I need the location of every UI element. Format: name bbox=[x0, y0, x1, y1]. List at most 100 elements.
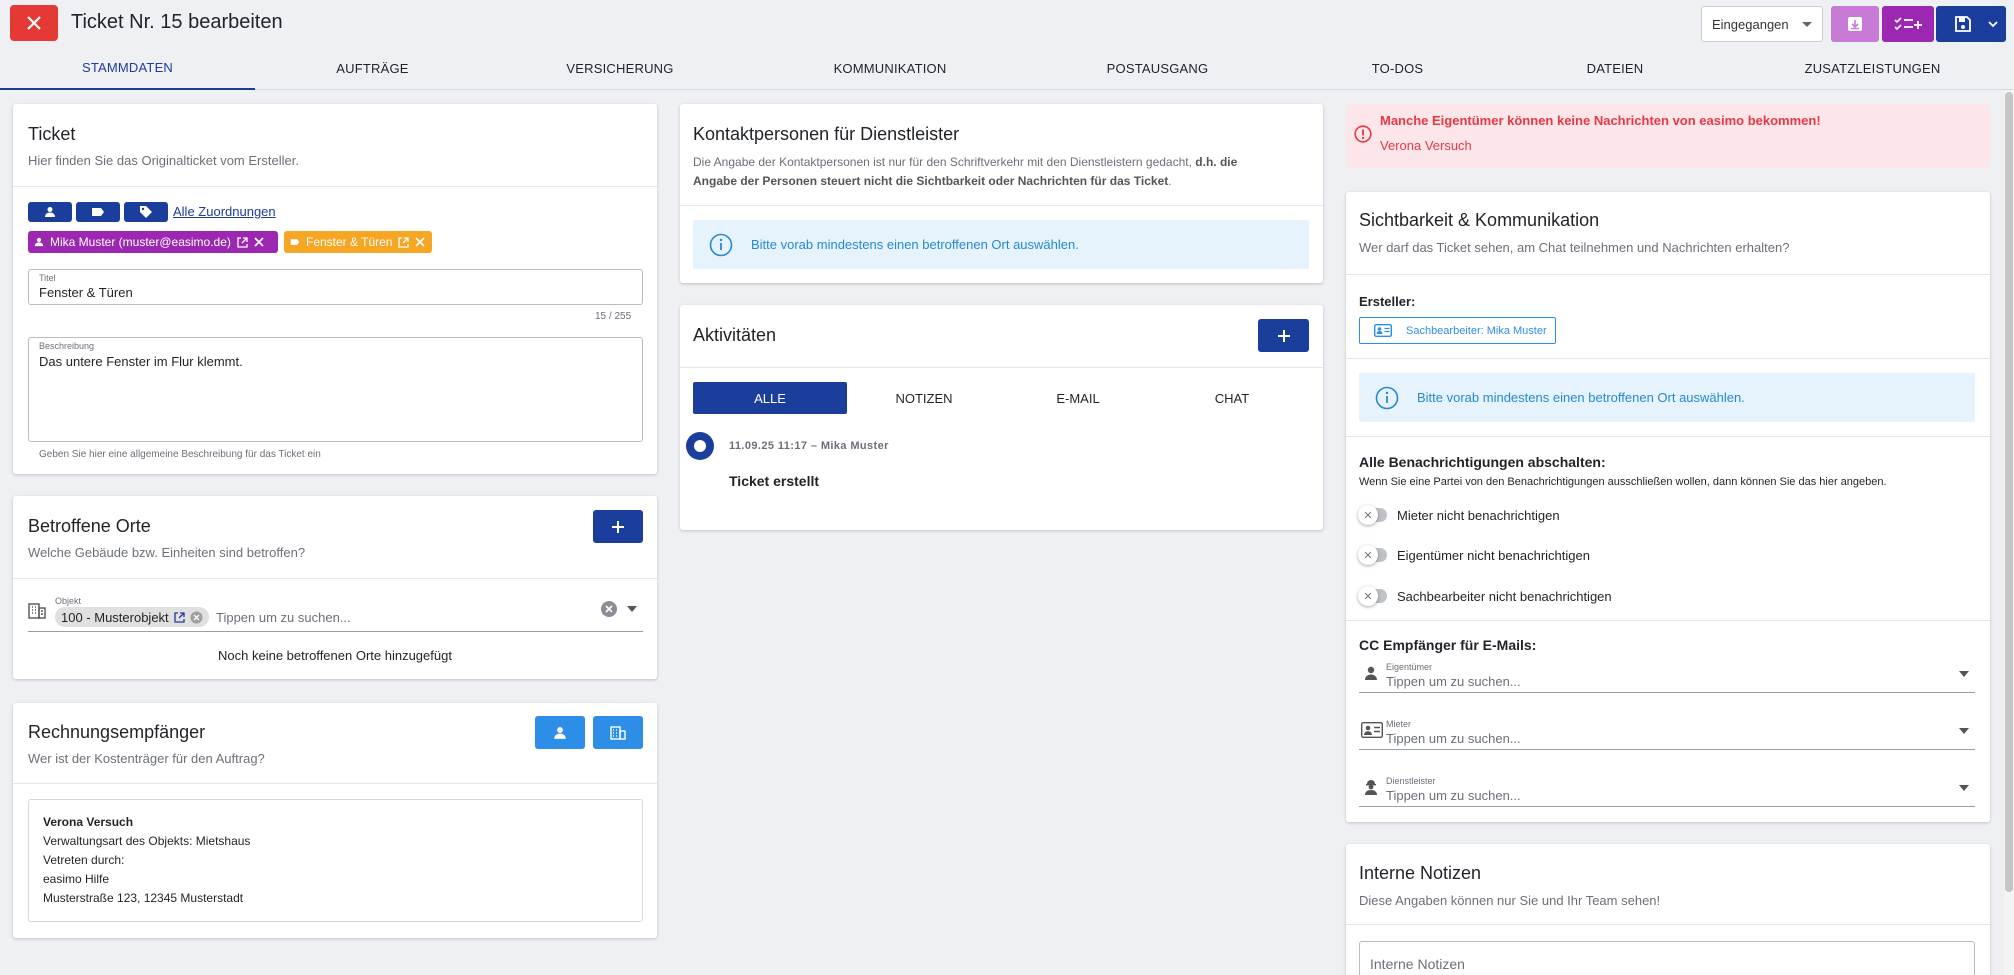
cc-field-placeholder: Tippen um zu suchen... bbox=[1386, 731, 1521, 746]
toggle-switch[interactable]: ✕ bbox=[1358, 586, 1387, 606]
invoice-person-button[interactable] bbox=[535, 716, 585, 749]
worker-icon bbox=[1365, 780, 1377, 795]
chevron-down-icon[interactable] bbox=[1959, 728, 1969, 734]
divider bbox=[1346, 924, 1990, 925]
tab-postausgang[interactable]: POSTAUSGANG bbox=[1030, 46, 1285, 90]
divider bbox=[1346, 358, 1990, 359]
cc-field-placeholder: Tippen um zu suchen... bbox=[1386, 674, 1521, 689]
divider bbox=[1346, 274, 1990, 275]
divider bbox=[13, 783, 657, 784]
scrollbar-thumb[interactable] bbox=[2005, 92, 2013, 892]
description-field[interactable] bbox=[28, 337, 643, 442]
cc-tenant-field[interactable]: Mieter Tippen um zu suchen... bbox=[1359, 702, 1975, 750]
open-external-icon[interactable] bbox=[174, 611, 185, 623]
object-search-input[interactable]: Tippen um zu suchen... bbox=[216, 610, 351, 625]
contact-card-icon bbox=[1374, 324, 1392, 337]
internal-notes-label: Interne Notizen bbox=[1370, 956, 1465, 972]
person-chip[interactable]: Mika Muster (muster@easimo.de) bbox=[28, 231, 278, 253]
info-icon bbox=[709, 233, 733, 256]
tag-icon bbox=[140, 206, 152, 218]
activity-filter-email[interactable]: E-MAIL bbox=[1001, 382, 1155, 414]
tab-todos[interactable]: TO-DOS bbox=[1285, 46, 1510, 90]
category-chip[interactable]: Fenster & Türen bbox=[284, 231, 432, 253]
checklist-add-icon bbox=[1894, 17, 1922, 31]
download-icon bbox=[1848, 17, 1862, 31]
clear-circle-icon[interactable] bbox=[600, 600, 618, 618]
open-external-icon[interactable] bbox=[398, 236, 410, 248]
activities-card-title: Aktivitäten bbox=[693, 325, 777, 345]
status-value: Eingegangen bbox=[1712, 16, 1789, 32]
tab-stammdaten[interactable]: STAMMDATEN bbox=[0, 46, 255, 90]
tab-versicherung[interactable]: VERSICHERUNG bbox=[490, 46, 750, 90]
assign-tags-button[interactable] bbox=[124, 202, 168, 222]
save-button[interactable] bbox=[1936, 6, 2006, 42]
tab-kommunikation[interactable]: KOMMUNIKATION bbox=[750, 46, 1030, 90]
toggle-label: Eigentümer nicht benachrichtigen bbox=[1397, 547, 1590, 563]
assign-label-button[interactable] bbox=[76, 202, 120, 222]
close-icon[interactable] bbox=[254, 237, 264, 247]
activity-meta: 11.09.25 11:17 – Mika Muster bbox=[729, 440, 889, 452]
add-todo-button[interactable] bbox=[1882, 6, 1934, 42]
creator-chip-label: Sachbearbeiter: Mika Muster bbox=[1406, 324, 1547, 337]
chevron-down-icon[interactable] bbox=[1988, 20, 1998, 28]
toggle-clerks[interactable]: ✕ Sachbearbeiter nicht benachrichtigen bbox=[1358, 586, 1612, 606]
plus-icon bbox=[1277, 329, 1290, 342]
open-external-icon[interactable] bbox=[237, 236, 248, 248]
description-field-label: Beschreibung bbox=[39, 341, 95, 351]
add-location-button[interactable] bbox=[593, 510, 643, 543]
download-button[interactable] bbox=[1831, 6, 1879, 42]
toggle-switch[interactable]: ✕ bbox=[1358, 505, 1387, 525]
divider bbox=[13, 578, 657, 579]
chevron-down-icon[interactable] bbox=[1959, 785, 1969, 791]
close-icon[interactable] bbox=[415, 237, 426, 247]
object-chip-label: 100 - Musterobjekt bbox=[61, 609, 169, 625]
internal-notes-subtitle: Diese Angaben können nur Sie und Ihr Tea… bbox=[1359, 893, 1661, 908]
contacts-info-box: Bitte vorab mindestens einen betroffenen… bbox=[693, 220, 1309, 269]
all-assignments-link[interactable]: Alle Zuordnungen bbox=[173, 204, 276, 219]
status-select[interactable]: Eingegangen bbox=[1701, 6, 1823, 42]
activity-filter-notes[interactable]: NOTIZEN bbox=[847, 382, 1001, 414]
cc-owner-field[interactable]: Eigentümer Tippen um zu suchen... bbox=[1359, 645, 1975, 693]
building-icon bbox=[610, 725, 626, 740]
invoice-company-button[interactable] bbox=[593, 716, 643, 749]
remove-circle-icon[interactable] bbox=[190, 611, 203, 624]
locations-card-subtitle: Welche Gebäude bzw. Einheiten sind betro… bbox=[28, 545, 306, 560]
tab-auftraege[interactable]: AUFTRÄGE bbox=[255, 46, 490, 90]
invoice-recipient-name: Verona Versuch bbox=[43, 815, 134, 829]
building-icon bbox=[28, 603, 46, 619]
invoice-recipient-line: Vetreten durch: bbox=[43, 853, 125, 867]
label-icon bbox=[92, 208, 104, 216]
alert-name: Verona Versuch bbox=[1380, 138, 1472, 153]
contacts-description: Die Angabe der Kontaktpersonen ist nur f… bbox=[693, 155, 1238, 188]
chevron-down-icon[interactable] bbox=[627, 606, 637, 612]
add-activity-button[interactable] bbox=[1258, 319, 1309, 352]
invoice-recipient-line: Musterstraße 123, 12345 Musterstadt bbox=[43, 891, 244, 905]
assign-person-button[interactable] bbox=[28, 202, 72, 222]
person-icon bbox=[1365, 666, 1377, 680]
chevron-down-icon[interactable] bbox=[1959, 671, 1969, 677]
tab-zusatzleistungen[interactable]: ZUSATZLEISTUNGEN bbox=[1720, 46, 2014, 90]
cc-field-placeholder: Tippen um zu suchen... bbox=[1386, 788, 1521, 803]
toggle-tenants[interactable]: ✕ Mieter nicht benachrichtigen bbox=[1358, 505, 1560, 525]
divider bbox=[680, 205, 1323, 206]
visibility-info-text: Bitte vorab mindestens einen betroffenen… bbox=[1417, 390, 1745, 405]
error-icon bbox=[1354, 125, 1372, 143]
save-icon bbox=[1955, 16, 1971, 32]
toggle-switch[interactable]: ✕ bbox=[1358, 545, 1387, 565]
cc-field-label: Dienstleister bbox=[1386, 776, 1436, 786]
title-field-label: Titel bbox=[39, 273, 56, 283]
tab-dateien[interactable]: DATEIEN bbox=[1510, 46, 1720, 90]
divider bbox=[1346, 436, 1990, 437]
creator-chip[interactable]: Sachbearbeiter: Mika Muster bbox=[1359, 317, 1556, 344]
tab-bar: STAMMDATEN AUFTRÄGE VERSICHERUNG KOMMUNI… bbox=[0, 46, 2014, 90]
timeline-dot bbox=[686, 432, 714, 460]
activity-filter-all[interactable]: ALLE bbox=[693, 382, 847, 414]
contacts-info-text: Bitte vorab mindestens einen betroffenen… bbox=[751, 237, 1079, 252]
activity-filter-chat[interactable]: CHAT bbox=[1155, 382, 1309, 414]
invoice-recipient-line: Verwaltungsart des Objekts: Mietshaus bbox=[43, 834, 251, 848]
toggle-owners[interactable]: ✕ Eigentümer nicht benachrichtigen bbox=[1358, 545, 1590, 565]
cc-provider-field[interactable]: Dienstleister Tippen um zu suchen... bbox=[1359, 759, 1975, 807]
close-button[interactable] bbox=[10, 5, 58, 41]
object-chip[interactable]: 100 - Musterobjekt bbox=[55, 607, 209, 627]
object-field-underline bbox=[28, 631, 643, 632]
